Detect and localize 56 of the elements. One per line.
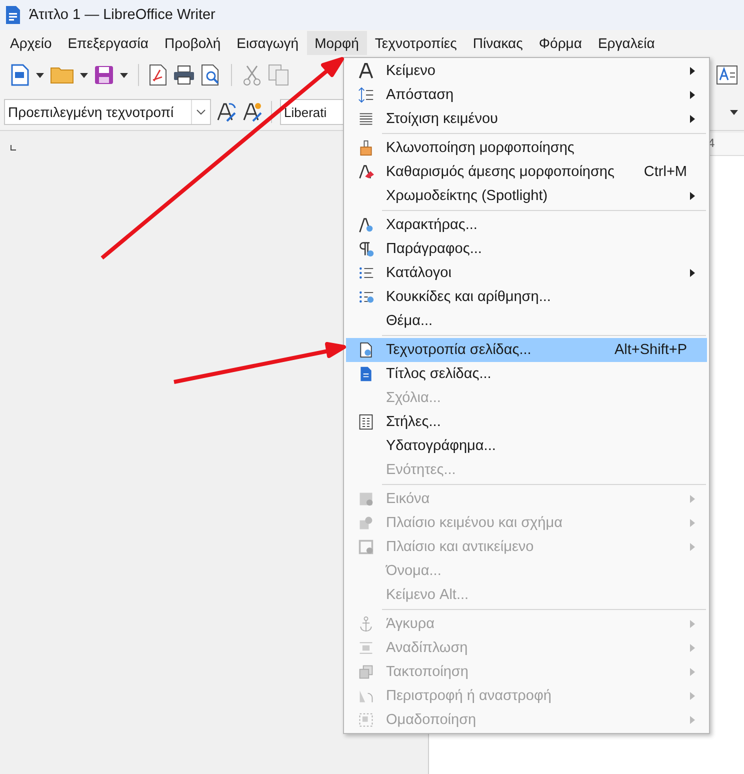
menu-item[interactable]: Υδατογράφημα... xyxy=(346,434,707,458)
update-style-icon[interactable] xyxy=(215,101,237,123)
menu-item[interactable]: Τεχνοτροπία σελίδας... Alt+Shift+P xyxy=(346,338,707,362)
menu-bar-item[interactable]: Επεξεργασία xyxy=(60,31,156,55)
paragraph-style-field[interactable]: Προεπιλεγμένη τεχνοτροπί xyxy=(4,99,211,125)
group-icon xyxy=(358,712,374,728)
menu-bar-item[interactable]: Πίνακας xyxy=(464,31,531,55)
menu-item[interactable]: Κλωνοποίηση μορφοποίησης xyxy=(346,136,707,160)
pdf-export-icon[interactable] xyxy=(149,64,167,86)
folder-icon[interactable] xyxy=(50,65,74,85)
line-spacing-icon xyxy=(358,87,374,103)
menu-item[interactable]: Στήλες... xyxy=(346,410,707,434)
menu-bar-item[interactable]: Εργαλεία xyxy=(590,31,663,55)
image-icon xyxy=(358,491,374,507)
menu-item[interactable]: Κουκκίδες και αρίθμηση... xyxy=(346,285,707,309)
menu-bar-item[interactable]: Τεχνοτροπίες xyxy=(366,31,465,55)
bullet-list-icon xyxy=(358,289,374,305)
tab-stop-icon xyxy=(10,145,16,151)
menu-item[interactable]: Χαρακτήρας... xyxy=(346,213,707,237)
letter-icon xyxy=(358,63,374,79)
anchor-icon xyxy=(358,616,374,632)
chevron-down-icon[interactable] xyxy=(196,109,206,115)
menu-bar-item[interactable]: Αρχείο xyxy=(0,31,60,55)
caret-icon[interactable] xyxy=(80,72,88,78)
caret-icon[interactable] xyxy=(730,110,738,114)
wrap-icon xyxy=(358,640,374,656)
menu-bar-item[interactable]: Προβολή xyxy=(156,31,229,55)
scissors-icon[interactable] xyxy=(242,64,262,86)
document-icon xyxy=(358,366,374,382)
eraser-icon xyxy=(358,164,374,180)
menu-bar-item[interactable]: Εισαγωγή xyxy=(228,31,307,55)
menu-item[interactable]: Τίτλος σελίδας... xyxy=(346,362,707,386)
caret-icon[interactable] xyxy=(36,72,44,78)
menu-item[interactable]: Κείμενο xyxy=(346,59,707,83)
menu-item[interactable]: Καθαρισμός άμεσης μορφοποίησης Ctrl+M xyxy=(346,160,707,184)
menu-bar-item[interactable]: Φόρμα xyxy=(530,31,590,55)
document-app-icon xyxy=(5,5,21,25)
shape-icon xyxy=(358,515,374,531)
align-lines-icon xyxy=(358,111,374,127)
new-document-icon[interactable] xyxy=(10,64,30,86)
list-icon xyxy=(358,265,374,281)
menu-bar-item[interactable]: Μορφή xyxy=(306,31,367,55)
brush-icon xyxy=(358,140,374,156)
text-box-icon[interactable] xyxy=(716,65,738,85)
printer-icon[interactable] xyxy=(173,65,195,85)
new-style-icon[interactable] xyxy=(241,101,263,123)
print-preview-icon[interactable] xyxy=(201,64,221,86)
arrange-icon xyxy=(358,664,374,680)
columns-icon xyxy=(358,414,374,430)
menu-item[interactable]: Χρωμοδείκτης (Spotlight) xyxy=(346,184,707,208)
menu-item[interactable]: Θέμα... xyxy=(346,309,707,333)
caret-icon[interactable] xyxy=(120,72,128,78)
window-title: Άτιτλο 1 — LibreOffice Writer xyxy=(29,7,216,23)
frame-icon xyxy=(358,539,374,555)
menu-item[interactable]: Κατάλογοι xyxy=(346,261,707,285)
menu-item[interactable]: Παράγραφος... xyxy=(346,237,707,261)
